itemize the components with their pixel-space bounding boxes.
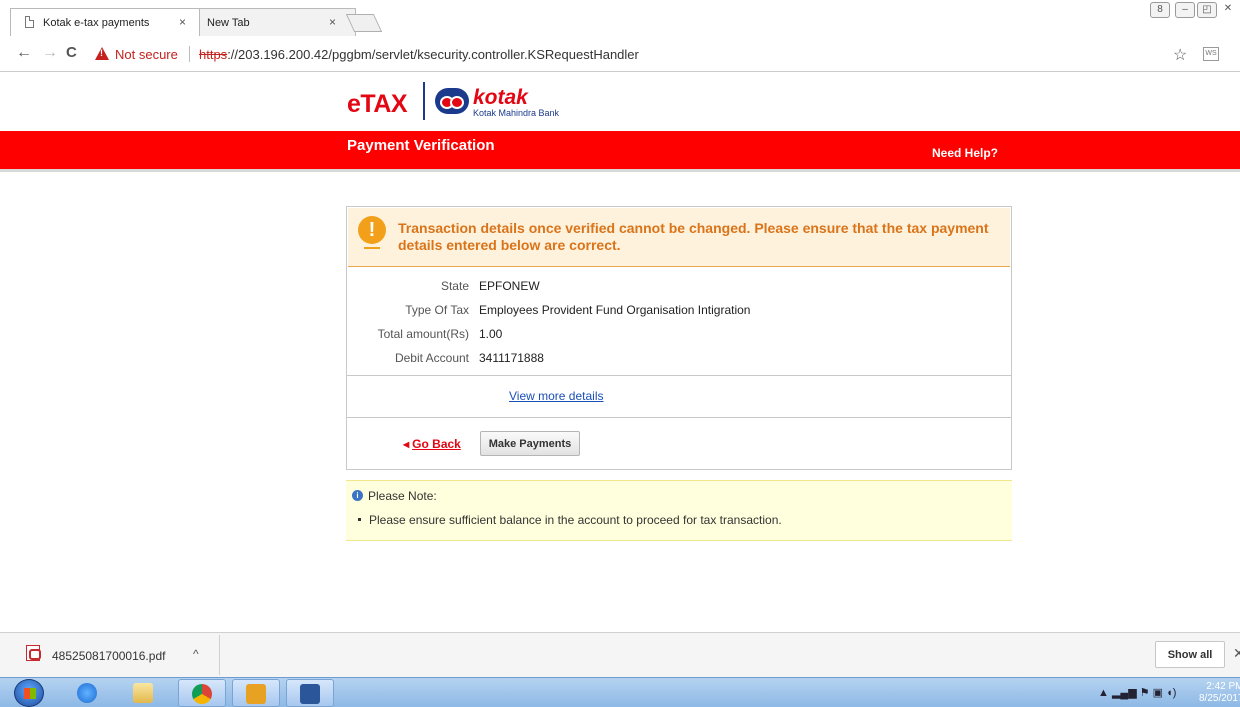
windows-taskbar: ▲ ▂▄▆ ⚑ ▣ ◖) 2:42 PM 8/25/2017 (0, 677, 1240, 707)
warning-icon (95, 47, 109, 60)
kotak-logo-icon (435, 88, 469, 114)
maximize-button[interactable]: ◰ (1197, 2, 1217, 18)
bullet-icon (358, 518, 361, 521)
address-bar[interactable]: Not secure https://203.196.200.42/pggbm/… (90, 41, 1219, 67)
go-back-link[interactable]: ◀ Go Back (403, 437, 461, 451)
security-label[interactable]: Not secure (115, 47, 178, 62)
detail-value: EPFONEW (479, 279, 540, 293)
outlook-icon (246, 684, 266, 704)
chevron-up-icon[interactable]: ^ (193, 647, 199, 661)
detail-label: State (440, 279, 469, 293)
system-tray[interactable]: ▲ ▂▄▆ ⚑ ▣ ◖) (1098, 686, 1176, 699)
chrome-icon (192, 684, 212, 704)
browser-tab-strip: Kotak e-tax payments × New Tab × 8 – ◰ ✕ (0, 0, 1240, 36)
page-title: Payment Verification (347, 137, 495, 154)
close-icon[interactable]: ✕ (1233, 645, 1240, 662)
extension-icon[interactable]: WS (1203, 47, 1219, 61)
taskbar-chrome[interactable] (178, 679, 226, 707)
close-tab-icon[interactable]: × (179, 15, 186, 29)
forward-arrow-icon[interactable]: → (42, 44, 58, 62)
make-payments-button[interactable]: Make Payments (480, 431, 580, 456)
pdf-file-icon (26, 645, 41, 661)
need-help-link[interactable]: Need Help? (932, 146, 998, 160)
show-all-downloads-button[interactable]: Show all (1155, 641, 1225, 668)
detail-row: Total amount(Rs) 1.00 (347, 325, 1007, 349)
tab-kotak-etax[interactable]: Kotak e-tax payments × (10, 8, 200, 36)
windows-logo-icon (24, 688, 36, 699)
tab-title: New Tab (207, 17, 250, 29)
exclamation-icon: ! (358, 216, 386, 249)
url-path: ://203.196.200.42/pggbm/servlet/ksecurit… (227, 47, 639, 62)
section-divider (347, 375, 1011, 376)
page-header-bar: Payment Verification Need Help? (0, 131, 1240, 172)
detail-value: 1.00 (479, 327, 503, 341)
internet-explorer-icon (77, 683, 97, 703)
please-note-box: i Please Note: Please ensure sufficient … (346, 480, 1012, 541)
url-scheme: https (199, 47, 228, 62)
note-item: Please ensure sufficient balance in the … (358, 513, 782, 527)
downloads-bar: 48525081700016.pdf ^ Show all ✕ (0, 632, 1240, 677)
tab-new-tab[interactable]: New Tab × (196, 8, 356, 36)
taskbar-word[interactable] (286, 679, 334, 707)
taskbar-outlook[interactable] (232, 679, 280, 707)
detail-label: Type Of Tax (405, 303, 469, 317)
kotak-logo-text: kotak (473, 86, 528, 109)
detail-value: Employees Provident Fund Organisation In… (479, 303, 751, 317)
address-divider (189, 46, 190, 62)
download-file-name[interactable]: 48525081700016.pdf (52, 649, 165, 663)
taskbar-internet-explorer[interactable] (64, 679, 112, 707)
clock-time: 2:42 PM (1206, 681, 1240, 692)
reload-icon[interactable]: C (66, 44, 77, 61)
detail-row: State EPFONEW (347, 277, 1007, 301)
word-icon (300, 684, 320, 704)
document-icon (25, 16, 34, 28)
etax-logo-text: eTAX (347, 90, 408, 118)
note-item-text: Please ensure sufficient balance in the … (369, 513, 782, 527)
tab-title: Kotak e-tax payments (43, 17, 150, 29)
clock-date: 8/25/2017 (1199, 693, 1240, 704)
triangle-left-icon: ◀ (403, 440, 410, 449)
view-more-details-link[interactable]: View more details (509, 389, 604, 403)
detail-row: Type Of Tax Employees Provident Fund Org… (347, 301, 1007, 325)
profile-button[interactable]: 8 (1150, 2, 1170, 18)
start-button[interactable] (14, 679, 44, 707)
transaction-details: State EPFONEW Type Of Tax Employees Prov… (347, 277, 1007, 373)
verification-panel: ! Transaction details once verified cann… (346, 206, 1012, 470)
detail-value: 3411171888 (479, 351, 544, 365)
taskbar-file-explorer[interactable] (120, 679, 168, 707)
kotak-bank-subtitle: Kotak Mahindra Bank (473, 108, 560, 118)
detail-label: Debit Account (394, 351, 469, 365)
download-divider (219, 635, 220, 675)
note-title: Please Note: (368, 489, 437, 503)
close-window-button[interactable]: ✕ (1219, 2, 1237, 18)
minimize-button[interactable]: – (1175, 2, 1195, 18)
folder-icon (133, 683, 153, 703)
bookmark-star-icon[interactable]: ☆ (1173, 45, 1187, 65)
taskbar-clock[interactable]: 2:42 PM 8/25/2017 (1199, 681, 1240, 705)
detail-row: Debit Account 3411171888 (347, 349, 1007, 373)
detail-label: Total amount(Rs) (377, 327, 469, 341)
back-arrow-icon[interactable]: ← (16, 44, 32, 62)
warning-alert: ! Transaction details once verified cann… (348, 208, 1010, 267)
alert-message: Transaction details once verified cannot… (398, 220, 989, 253)
url-text[interactable]: https://203.196.200.42/pggbm/servlet/kse… (199, 47, 639, 62)
info-icon: i (352, 490, 363, 501)
section-divider (347, 417, 1011, 418)
go-back-label: Go Back (412, 437, 461, 451)
close-tab-icon[interactable]: × (329, 15, 336, 29)
logo-divider (423, 82, 425, 120)
browser-toolbar: ← → C Not secure https://203.196.200.42/… (0, 36, 1240, 72)
